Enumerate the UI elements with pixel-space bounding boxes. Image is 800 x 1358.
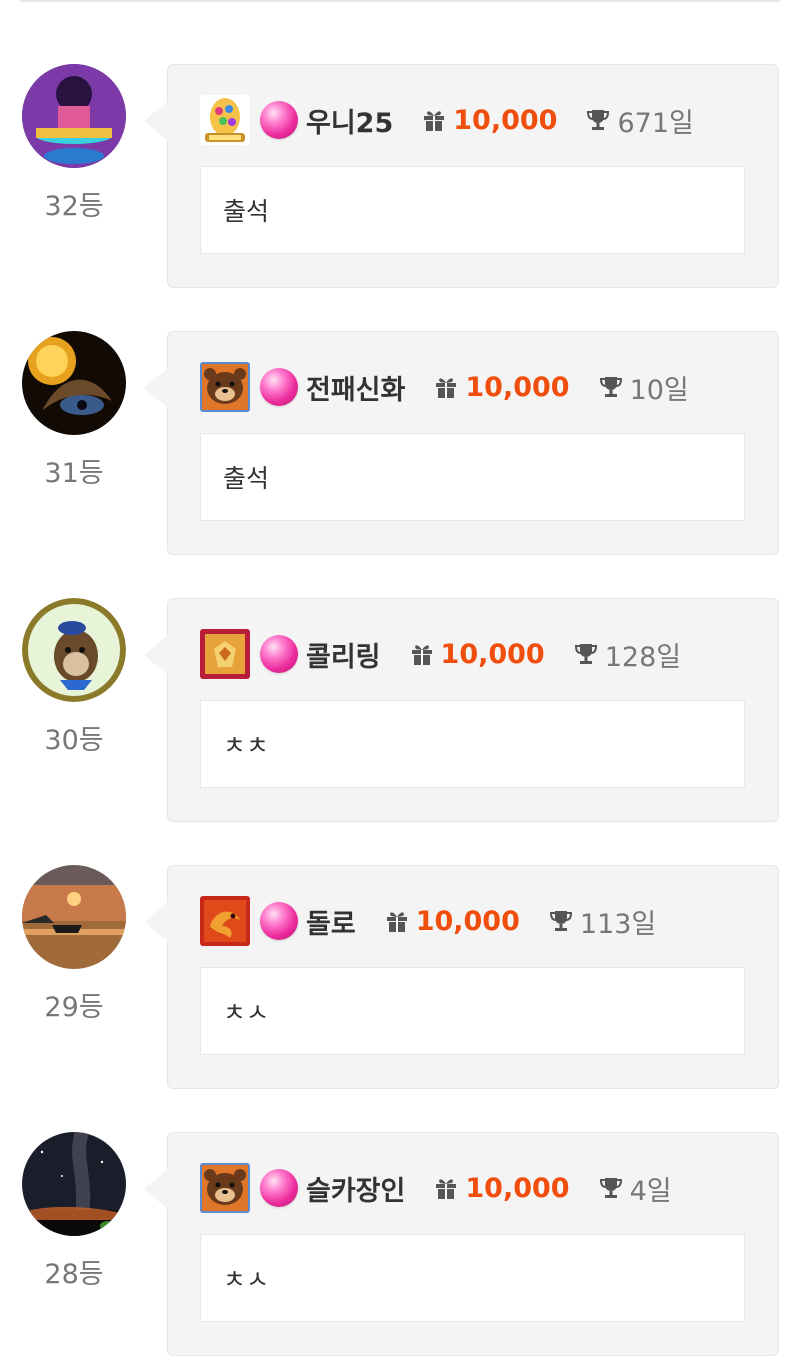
comment-card: 우니25 10,000 671일 출석 xyxy=(144,64,779,288)
pink-orb-icon xyxy=(260,368,298,406)
attendance-days: 128일 xyxy=(604,641,682,673)
ranking-entry: 28등 슬카장인 10,000 4일 ㅊㅅ xyxy=(0,1132,800,1358)
username[interactable]: 슬카장인 xyxy=(306,1169,405,1208)
attendance-days: 113일 xyxy=(579,908,657,940)
rank-label: 29등 xyxy=(44,992,104,1023)
pink-orb-icon xyxy=(260,635,298,673)
user-avatar[interactable] xyxy=(22,1132,126,1236)
comment-header: 슬카장인 10,000 4일 xyxy=(200,1163,758,1213)
trophy-icon xyxy=(598,374,624,400)
trophy-icon xyxy=(573,641,599,667)
ranking-entry: 30등 콜리링 10,000 128일 ㅊㅊ xyxy=(0,598,800,824)
trophy-icon xyxy=(548,908,574,934)
top-divider xyxy=(20,0,780,2)
user-avatar[interactable] xyxy=(22,331,126,435)
user-avatar[interactable] xyxy=(22,598,126,702)
username[interactable]: 콜리링 xyxy=(306,635,381,674)
gift-icon xyxy=(421,107,447,133)
points-value: 10,000 xyxy=(465,1172,570,1204)
comment-header: 콜리링 10,000 128일 xyxy=(200,629,758,679)
red-dragon-badge-icon xyxy=(200,896,250,946)
comment-card: 콜리링 10,000 128일 ㅊㅊ xyxy=(144,598,779,822)
comment-text: ㅊㅅ xyxy=(200,1234,745,1322)
ranking-entry: 32등 우니25 10,000 671일 출석 xyxy=(0,64,800,290)
gift-icon xyxy=(433,1175,459,1201)
attendance-days: 671일 xyxy=(617,107,694,139)
comment-text: 출석 xyxy=(200,433,745,521)
points-value: 10,000 xyxy=(440,638,545,670)
comment-text: ㅊㅊ xyxy=(200,700,745,788)
comment-card: 돌로 10,000 113일 ㅊㅅ xyxy=(144,865,779,1089)
username[interactable]: 전패신화 xyxy=(306,368,405,407)
rank-label: 31등 xyxy=(44,458,104,489)
rank-label: 32등 xyxy=(44,191,104,222)
comment-header: 전패신화 10,000 10일 xyxy=(200,362,758,412)
pink-orb-icon xyxy=(260,1169,298,1207)
rank-label: 28등 xyxy=(44,1259,104,1290)
user-avatar[interactable] xyxy=(22,865,126,969)
trophy-icon xyxy=(598,1175,624,1201)
gift-icon xyxy=(409,641,435,667)
bear-badge-icon xyxy=(200,1163,250,1213)
comment-text: ㅊㅅ xyxy=(200,967,745,1055)
trophy-icon xyxy=(585,107,611,133)
comment-header: 돌로 10,000 113일 xyxy=(200,896,758,946)
user-avatar[interactable] xyxy=(22,64,126,168)
points-value: 10,000 xyxy=(453,104,558,136)
egg-lotto-badge-icon xyxy=(200,95,250,145)
points-value: 10,000 xyxy=(465,371,570,403)
pink-orb-icon xyxy=(260,101,298,139)
comment-header: 우니25 10,000 671일 xyxy=(200,95,758,145)
ranking-entry: 31등 전패신화 10,000 10일 출석 xyxy=(0,331,800,557)
comment-card: 슬카장인 10,000 4일 ㅊㅅ xyxy=(144,1132,779,1356)
gift-icon xyxy=(433,374,459,400)
attendance-days: 10일 xyxy=(629,374,689,406)
points-value: 10,000 xyxy=(415,905,520,937)
comment-card: 전패신화 10,000 10일 출석 xyxy=(144,331,779,555)
golden-crest-badge-icon xyxy=(200,629,250,679)
ranking-entry: 29등 돌로 10,000 113일 ㅊㅅ xyxy=(0,865,800,1091)
rank-label: 30등 xyxy=(44,725,104,756)
gift-icon xyxy=(384,908,410,934)
bear-badge-icon xyxy=(200,362,250,412)
attendance-days: 4일 xyxy=(629,1175,672,1207)
pink-orb-icon xyxy=(260,902,298,940)
username[interactable]: 우니25 xyxy=(306,101,393,140)
comment-text: 출석 xyxy=(200,166,745,254)
username[interactable]: 돌로 xyxy=(306,902,356,941)
